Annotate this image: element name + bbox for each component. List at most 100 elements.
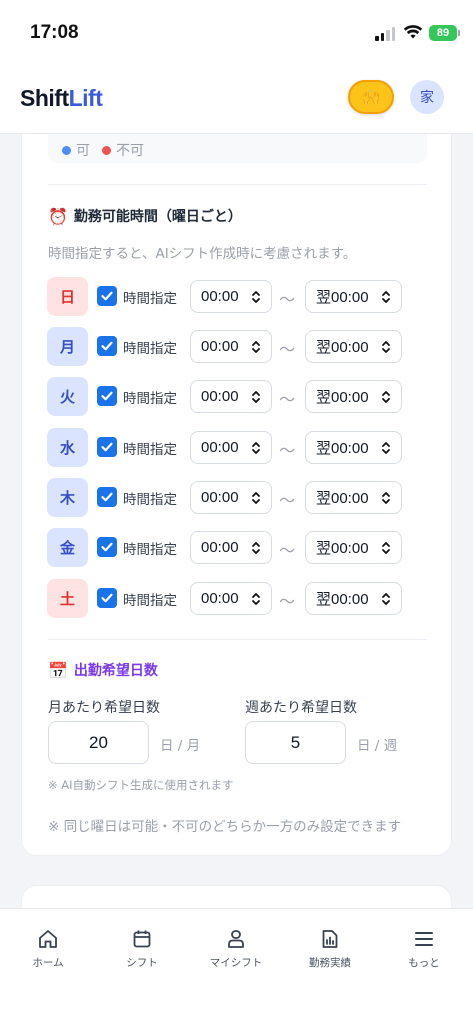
range-separator: 〜 — [279, 340, 296, 359]
time-specify-label: 時間指定 — [123, 291, 177, 307]
day-badge: 金 — [47, 528, 88, 567]
start-time-select[interactable]: 00:00 — [190, 280, 272, 313]
start-time-select[interactable]: 00:00 — [190, 531, 272, 564]
nav-home[interactable]: ホーム — [3, 929, 93, 970]
divider — [48, 184, 427, 185]
time-specify-checkbox[interactable] — [97, 336, 117, 356]
nav-more[interactable]: もっと — [379, 929, 469, 970]
check-icon — [101, 391, 113, 401]
end-time-select[interactable]: 翌00:00 — [305, 380, 402, 413]
chevron-updown-icon — [382, 390, 390, 403]
report-icon — [322, 930, 338, 948]
time-specify-label: 時間指定 — [123, 341, 177, 357]
day-badge: 木 — [47, 478, 88, 517]
chevron-updown-icon — [382, 340, 390, 353]
day-badge: 火 — [47, 377, 88, 416]
time-specify-checkbox[interactable] — [97, 537, 117, 557]
chevron-updown-icon — [382, 541, 390, 554]
end-time-select[interactable]: 翌00:00 — [305, 280, 402, 313]
weekly-days-label: 週あたり希望日数 — [245, 700, 357, 716]
chevron-updown-icon — [252, 441, 260, 454]
day-row-wed: 水 時間指定 00:00 〜 翌00:00 — [47, 428, 407, 468]
rule-note: ※ 同じ曜日は可能・不可のどちらか一方のみ設定できます — [48, 819, 402, 835]
range-separator: 〜 — [279, 390, 296, 409]
chevron-updown-icon — [252, 290, 260, 303]
day-badge: 日 — [47, 277, 88, 316]
nav-work-record[interactable]: 勤務実績 — [285, 929, 375, 970]
day-row-thu: 木 時間指定 00:00 〜 翌00:00 — [47, 478, 407, 518]
day-row-tue: 火 時間指定 00:00 〜 翌00:00 — [47, 377, 407, 417]
time-specify-checkbox[interactable] — [97, 588, 117, 608]
time-specify-checkbox[interactable] — [97, 437, 117, 457]
monthly-days-input[interactable]: 20 — [48, 721, 149, 764]
status-bar: 17:08 89 — [0, 0, 473, 70]
start-time-select[interactable]: 00:00 — [190, 582, 272, 615]
signal-icon — [375, 27, 395, 41]
menu-icon — [415, 932, 433, 946]
day-row-sun: 日 時間指定 00:00 〜 翌00:00 — [47, 277, 407, 317]
calendar-emoji-icon: 📅 — [48, 660, 68, 680]
day-row-mon: 月 時間指定 00:00 〜 翌00:00 — [47, 327, 407, 367]
end-time-select[interactable]: 翌00:00 — [305, 531, 402, 564]
desired-days-title: 📅 出勤希望日数 — [48, 660, 158, 680]
range-separator: 〜 — [279, 541, 296, 560]
chevron-updown-icon — [382, 290, 390, 303]
end-time-select[interactable]: 翌00:00 — [305, 431, 402, 464]
ai-note: ※ AI自動シフト生成に使用されます — [48, 778, 234, 792]
raised-hands-icon: 🙌 — [361, 88, 381, 106]
raise-hands-button[interactable]: 🙌 — [348, 80, 394, 114]
time-specify-label: 時間指定 — [123, 442, 177, 458]
chevron-updown-icon — [382, 441, 390, 454]
chevron-updown-icon — [252, 340, 260, 353]
alarm-clock-icon: ⏰ — [48, 206, 68, 226]
app-logo[interactable]: ShiftLift — [20, 85, 103, 112]
day-row-fri: 金 時間指定 00:00 〜 翌00:00 — [47, 528, 407, 568]
bottom-nav: ホーム シフト マイシフト 勤務実績 もっと — [0, 908, 473, 1024]
range-separator: 〜 — [279, 491, 296, 510]
start-time-select[interactable]: 00:00 — [190, 431, 272, 464]
chevron-updown-icon — [252, 390, 260, 403]
calendar-icon — [133, 930, 151, 948]
battery-tip — [458, 30, 460, 36]
start-time-select[interactable]: 00:00 — [190, 481, 272, 514]
start-time-select[interactable]: 00:00 — [190, 380, 272, 413]
legend-unavailable: 不可 — [102, 140, 144, 160]
app-header: ShiftLift 🙌 家 — [0, 70, 473, 134]
home-icon — [39, 930, 57, 948]
end-time-select[interactable]: 翌00:00 — [305, 330, 402, 363]
wifi-icon — [403, 25, 423, 39]
availability-title: ⏰ 勤務可能時間（曜日ごと） — [48, 206, 242, 226]
chevron-updown-icon — [252, 491, 260, 504]
battery-indicator: 89 — [429, 25, 457, 41]
check-icon — [101, 542, 113, 552]
chevron-updown-icon — [382, 491, 390, 504]
time-specify-checkbox[interactable] — [97, 286, 117, 306]
time-specify-checkbox[interactable] — [97, 487, 117, 507]
monthly-unit: 日 / 月 — [160, 738, 201, 754]
time-specify-checkbox[interactable] — [97, 386, 117, 406]
weekly-unit: 日 / 週 — [357, 738, 398, 754]
time-specify-label: 時間指定 — [123, 492, 177, 508]
day-badge: 月 — [47, 327, 88, 366]
time-specify-label: 時間指定 — [123, 593, 177, 609]
avatar[interactable]: 家 — [410, 80, 444, 114]
availability-hint: 時間指定すると、AIシフト作成時に考慮されます。 — [48, 246, 357, 262]
monthly-days-label: 月あたり希望日数 — [48, 700, 160, 716]
end-time-select[interactable]: 翌00:00 — [305, 481, 402, 514]
check-icon — [101, 291, 113, 301]
weekly-days-input[interactable]: 5 — [245, 721, 346, 764]
nav-shift[interactable]: シフト — [97, 929, 187, 970]
check-icon — [101, 593, 113, 603]
chevron-updown-icon — [252, 592, 260, 605]
range-separator: 〜 — [279, 290, 296, 309]
user-icon — [228, 930, 244, 948]
legend: 可 不可 — [62, 140, 144, 160]
time-specify-label: 時間指定 — [123, 542, 177, 558]
day-badge: 水 — [47, 428, 88, 467]
end-time-select[interactable]: 翌00:00 — [305, 582, 402, 615]
legend-available: 可 — [62, 140, 90, 160]
nav-my-shift[interactable]: マイシフト — [191, 929, 281, 970]
start-time-select[interactable]: 00:00 — [190, 330, 272, 363]
divider — [48, 639, 427, 640]
chevron-updown-icon — [252, 541, 260, 554]
